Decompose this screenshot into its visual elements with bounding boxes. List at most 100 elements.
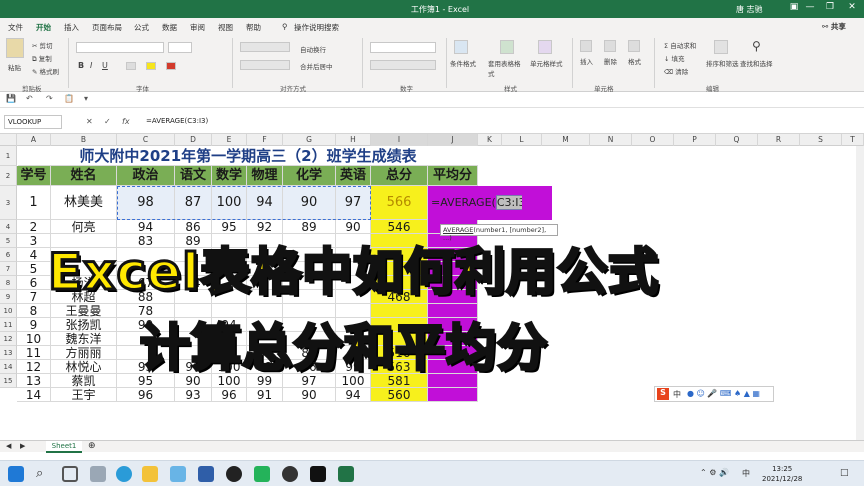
table-cell[interactable]: 3 <box>17 234 51 248</box>
table-format-button[interactable]: 套用表格格式 <box>488 58 524 78</box>
table-cell[interactable]: 6 <box>17 276 51 290</box>
table-cell[interactable]: 94 <box>336 388 371 402</box>
header-cell[interactable]: 数学 <box>212 166 247 186</box>
table-cell[interactable]: 4 <box>17 248 51 262</box>
col-header-b[interactable]: B <box>51 134 117 146</box>
col-header-t[interactable]: T <box>842 134 864 146</box>
clear-button[interactable]: ⌫ 清除 <box>664 66 688 76</box>
table-cell[interactable]: 林美美 <box>51 186 117 220</box>
header-cell[interactable]: 姓名 <box>51 166 117 186</box>
table-cell[interactable]: 10 <box>17 332 51 346</box>
cell-styles-button[interactable]: 单元格样式 <box>530 58 563 68</box>
row-header-4[interactable]: 4 <box>0 220 17 234</box>
header-cell[interactable]: 政治 <box>117 166 175 186</box>
qq-icon[interactable] <box>226 466 242 482</box>
row-header-2[interactable]: 2 <box>0 166 17 186</box>
col-header-f[interactable]: F <box>247 134 283 146</box>
sheet-tab-sheet1[interactable]: Sheet1 <box>46 441 82 453</box>
align-buttons-2[interactable] <box>240 60 290 70</box>
tab-data[interactable]: 数据 <box>162 22 177 33</box>
format-painter-button[interactable]: ✎ 格式刷 <box>32 66 59 76</box>
align-buttons[interactable] <box>240 42 290 52</box>
average-cell[interactable] <box>428 388 478 402</box>
header-cell[interactable]: 平均分 <box>428 166 478 186</box>
col-header-n[interactable]: N <box>590 134 632 146</box>
cut-button[interactable]: ✂ 剪切 <box>32 40 53 50</box>
clock[interactable]: 13:25 2021/12/28 <box>762 464 802 484</box>
tab-page-layout[interactable]: 页面布局 <box>92 22 122 33</box>
table-cell[interactable]: 94 <box>247 186 283 220</box>
tab-insert[interactable]: 插入 <box>64 22 79 33</box>
table-cell[interactable]: 方丽丽 <box>51 346 117 360</box>
input-language[interactable]: 中 <box>742 468 750 479</box>
table-cell[interactable]: 1 <box>17 186 51 220</box>
font-color-icon[interactable] <box>166 62 176 70</box>
table-cell[interactable]: 96 <box>117 388 175 402</box>
bold-icon[interactable]: B <box>78 61 84 70</box>
header-cell[interactable]: 化学 <box>283 166 336 186</box>
table-cell[interactable]: 90 <box>283 186 336 220</box>
close-icon[interactable]: ✕ <box>844 2 860 12</box>
table-cell[interactable]: 87 <box>175 186 212 220</box>
table-cell[interactable]: 98 <box>117 186 175 220</box>
scroll-right-icon[interactable]: ▶ <box>20 442 25 450</box>
insert-cells-button[interactable]: 插入 <box>580 56 593 66</box>
wechat-icon[interactable] <box>254 466 270 482</box>
table-cell[interactable]: 7 <box>17 290 51 304</box>
table-cell[interactable]: 11 <box>17 346 51 360</box>
app-icon[interactable] <box>282 466 298 482</box>
cortana-icon[interactable] <box>62 466 78 482</box>
col-header-k[interactable]: K <box>478 134 502 146</box>
paste-icon[interactable] <box>6 38 24 58</box>
add-sheet-icon[interactable]: ⊕ <box>88 441 96 451</box>
header-cell[interactable]: 英语 <box>336 166 371 186</box>
cancel-icon[interactable]: ✕ <box>86 117 93 126</box>
ime-mode[interactable]: 中 <box>673 389 681 400</box>
paste-button[interactable]: 粘贴 <box>8 62 21 72</box>
row-header-6[interactable]: 6 <box>0 248 17 262</box>
table-cell[interactable]: 蔡凯 <box>51 374 117 388</box>
col-header-r[interactable]: R <box>758 134 800 146</box>
header-cell[interactable]: 总分 <box>371 166 428 186</box>
table-cell[interactable]: 100 <box>212 186 247 220</box>
vertical-scrollbar[interactable] <box>856 146 864 440</box>
col-header-e[interactable]: E <box>212 134 247 146</box>
active-cell-j3[interactable]: =AVERAGE(C3:I3) <box>428 186 531 220</box>
customize-icon[interactable]: ▾ <box>84 94 88 103</box>
wrap-text-button[interactable]: 自动换行 <box>300 44 326 54</box>
number-format-select[interactable] <box>370 42 436 53</box>
word-icon[interactable] <box>198 466 214 482</box>
redo-icon[interactable]: ↷ <box>46 94 53 103</box>
insert-function-icon[interactable]: fx <box>122 117 130 126</box>
row-header-3[interactable]: 3 <box>0 186 17 220</box>
table-cell[interactable]: 91 <box>247 388 283 402</box>
col-header-l[interactable]: L <box>502 134 542 146</box>
col-header-a[interactable]: A <box>17 134 51 146</box>
table-cell[interactable]: 魏东洋 <box>51 332 117 346</box>
col-header-i[interactable]: I <box>371 134 428 146</box>
header-cell[interactable]: 学号 <box>17 166 51 186</box>
format-cells-button[interactable]: 格式 <box>628 56 641 66</box>
sort-filter-button[interactable]: 排序和筛选 <box>706 58 739 68</box>
file-explorer-icon[interactable] <box>142 466 158 482</box>
save-icon[interactable]: 💾 <box>6 94 16 103</box>
delete-cells-button[interactable]: 删除 <box>604 56 617 66</box>
tab-help[interactable]: 帮助 <box>246 22 261 33</box>
scroll-left-icon[interactable]: ◀ <box>6 442 11 450</box>
windows-start-icon[interactable] <box>8 466 24 482</box>
underline-icon[interactable]: U <box>102 61 108 70</box>
table-format-icon[interactable] <box>500 40 514 54</box>
table-cell[interactable]: 张扬凯 <box>51 318 117 332</box>
table-cell[interactable]: 90 <box>283 388 336 402</box>
col-header-p[interactable]: P <box>674 134 716 146</box>
tab-review[interactable]: 审阅 <box>190 22 205 33</box>
fill-color-icon[interactable] <box>146 62 156 70</box>
conditional-format-icon[interactable] <box>454 40 468 54</box>
col-header-q[interactable]: Q <box>716 134 758 146</box>
table-cell[interactable]: 9 <box>17 318 51 332</box>
table-cell[interactable]: 93 <box>175 388 212 402</box>
sort-filter-icon[interactable] <box>714 40 728 54</box>
total-cell[interactable]: 560 <box>371 388 428 402</box>
col-header-g[interactable]: G <box>283 134 336 146</box>
edge-icon[interactable] <box>116 466 132 482</box>
